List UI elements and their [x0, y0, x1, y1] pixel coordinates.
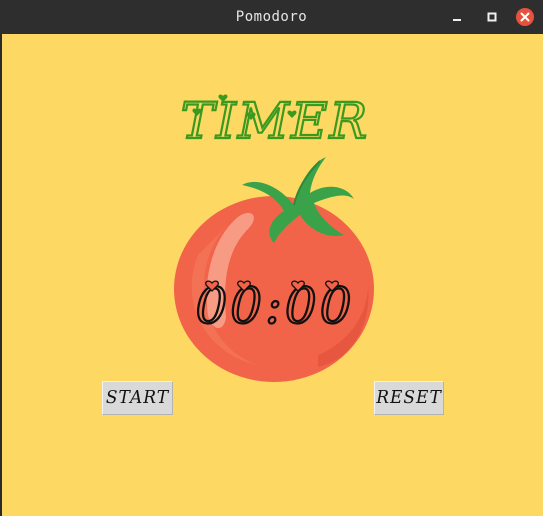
start-button[interactable]: START	[102, 381, 173, 415]
close-button[interactable]	[515, 7, 535, 27]
reset-button-label: RESET	[376, 387, 442, 409]
maximize-button[interactable]	[482, 7, 502, 27]
tomato-illustration	[168, 155, 380, 385]
window-titlebar: Pomodoro	[0, 0, 543, 34]
close-icon	[516, 8, 534, 26]
maximize-icon	[487, 12, 497, 22]
timer-heading: TIMER	[175, 90, 375, 152]
timer-heading-text: TIMER	[181, 92, 369, 150]
timer-display: 00:00	[190, 275, 360, 336]
start-button-label: START	[105, 387, 170, 409]
minimize-icon	[453, 19, 461, 21]
reset-button[interactable]: RESET	[374, 381, 444, 415]
minimize-button[interactable]	[447, 7, 467, 27]
